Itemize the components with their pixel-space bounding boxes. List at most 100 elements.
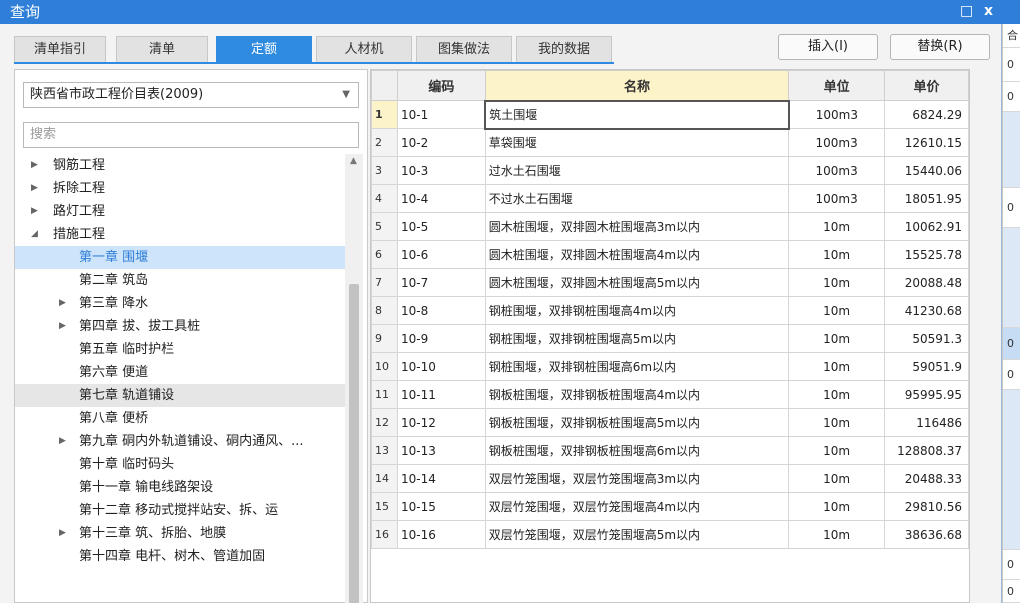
tree-item[interactable]: ▶ 钢筋工程 [15, 154, 345, 177]
table-row[interactable]: 12 10-12 钢板桩围堰，双排钢板桩围堰高5m以内 10m 116486 [371, 408, 969, 437]
cell-unit[interactable]: 10m [788, 464, 886, 493]
cell-name[interactable]: 草袋围堰 [484, 128, 790, 157]
row-number[interactable]: 12 [371, 408, 398, 437]
cell-price[interactable]: 20088.48 [884, 268, 969, 297]
table-row[interactable]: 7 10-7 圆木桩围堰，双排圆木桩围堰高5m以内 10m 20088.48 [371, 268, 969, 297]
cell-code[interactable]: 10-5 [396, 212, 486, 241]
cell-unit[interactable]: 10m [788, 240, 886, 269]
cell-code[interactable]: 10-16 [396, 520, 486, 549]
table-row[interactable]: 2 10-2 草袋围堰 100m3 12610.15 [371, 128, 969, 157]
row-number[interactable]: 11 [371, 380, 398, 409]
row-number[interactable]: 3 [371, 156, 398, 185]
table-row[interactable]: 11 10-11 钢板桩围堰，双排钢板桩围堰高4m以内 10m 95995.95 [371, 380, 969, 409]
cell-price[interactable]: 20488.33 [884, 464, 969, 493]
row-number[interactable]: 15 [371, 492, 398, 521]
cell-price[interactable]: 116486 [884, 408, 969, 437]
cell-unit[interactable]: 10m [788, 212, 886, 241]
close-icon[interactable]: x [984, 2, 993, 20]
expand-icon[interactable]: ▶ [59, 292, 66, 315]
collapse-icon[interactable]: ◢ [31, 223, 38, 246]
row-number[interactable]: 1 [371, 100, 398, 129]
cell-price[interactable]: 41230.68 [884, 296, 969, 325]
tab-my-data[interactable]: 我的数据 [516, 36, 612, 62]
cell-unit[interactable]: 10m [788, 492, 886, 521]
tab-bill-guide[interactable]: 清单指引 [14, 36, 106, 62]
cell-unit[interactable]: 10m [788, 296, 886, 325]
cell-price[interactable]: 59051.9 [884, 352, 969, 381]
cell-price[interactable]: 15440.06 [884, 156, 969, 185]
tab-atlas-method[interactable]: 图集做法 [416, 36, 512, 62]
replace-button[interactable]: 替换(R) [890, 34, 990, 60]
cell-code[interactable]: 10-13 [396, 436, 486, 465]
expand-icon[interactable]: ▶ [59, 522, 66, 545]
row-number[interactable]: 2 [371, 128, 398, 157]
chevron-down-icon[interactable]: ▼ [342, 83, 350, 107]
row-number[interactable]: 5 [371, 212, 398, 241]
cell-unit[interactable]: 10m [788, 352, 886, 381]
cell-code[interactable]: 10-3 [396, 156, 486, 185]
tree-item[interactable]: ▶ 路灯工程 [15, 200, 345, 223]
cell-name[interactable]: 筑土围堰 [484, 99, 790, 130]
table-row[interactable]: 10 10-10 钢桩围堰，双排钢桩围堰高6m以内 10m 59051.9 [371, 352, 969, 381]
expand-icon[interactable]: ▶ [31, 177, 38, 200]
cell-code[interactable]: 10-8 [396, 296, 486, 325]
cell-unit[interactable]: 10m [788, 408, 886, 437]
cell-name[interactable]: 钢板桩围堰，双排钢板桩围堰高5m以内 [484, 408, 790, 437]
cell-name[interactable]: 双层竹笼围堰，双层竹笼围堰高5m以内 [484, 520, 790, 549]
row-number[interactable]: 16 [371, 520, 398, 549]
table-row[interactable]: 13 10-13 钢板桩围堰，双排钢板桩围堰高6m以内 10m 128808.37 [371, 436, 969, 465]
cell-code[interactable]: 10-9 [396, 324, 486, 353]
table-row[interactable]: 5 10-5 圆木桩围堰，双排圆木桩围堰高3m以内 10m 10062.91 [371, 212, 969, 241]
cell-code[interactable]: 10-15 [396, 492, 486, 521]
cell-price[interactable]: 29810.56 [884, 492, 969, 521]
cell-code[interactable]: 10-10 [396, 352, 486, 381]
restore-icon[interactable]: □ [960, 2, 973, 20]
cell-price[interactable]: 6824.29 [884, 100, 969, 129]
tree-item[interactable]: ▶ 第九章 硐内外轨道铺设、硐内通风、... [15, 430, 345, 453]
cell-unit[interactable]: 10m [788, 520, 886, 549]
cell-name[interactable]: 钢桩围堰，双排钢桩围堰高6m以内 [484, 352, 790, 381]
cell-unit[interactable]: 10m [788, 380, 886, 409]
tree-item[interactable]: ▶ 拆除工程 [15, 177, 345, 200]
table-row[interactable]: 15 10-15 双层竹笼围堰，双层竹笼围堰高4m以内 10m 29810.56 [371, 492, 969, 521]
cell-price[interactable]: 15525.78 [884, 240, 969, 269]
cell-name[interactable]: 圆木桩围堰，双排圆木桩围堰高4m以内 [484, 240, 790, 269]
cell-price[interactable]: 12610.15 [884, 128, 969, 157]
tree-item[interactable]: 第十一章 输电线路架设 [15, 476, 345, 499]
cell-code[interactable]: 10-11 [396, 380, 486, 409]
tree-item[interactable]: ▶ 第十三章 筑、拆胎、地膜 [15, 522, 345, 545]
cell-unit[interactable]: 100m3 [788, 128, 886, 157]
cell-price[interactable]: 10062.91 [884, 212, 969, 241]
cell-code[interactable]: 10-1 [396, 100, 486, 129]
row-number[interactable]: 8 [371, 296, 398, 325]
cell-unit[interactable]: 100m3 [788, 156, 886, 185]
table-row[interactable]: 1 10-1 筑土围堰 100m3 6824.29 [371, 99, 969, 130]
tree-item[interactable]: ◢ 措施工程 [15, 223, 345, 246]
table-row[interactable]: 14 10-14 双层竹笼围堰，双层竹笼围堰高3m以内 10m 20488.33 [371, 464, 969, 493]
tree-item[interactable]: ▶ 第四章 拔、拔工具桩 [15, 315, 345, 338]
tab-labor-material[interactable]: 人材机 [316, 36, 412, 62]
cell-name[interactable]: 圆木桩围堰，双排圆木桩围堰高3m以内 [484, 212, 790, 241]
cell-unit[interactable]: 10m [788, 436, 886, 465]
col-header-unit[interactable]: 单位 [788, 70, 886, 101]
row-number[interactable]: 13 [371, 436, 398, 465]
cell-unit[interactable]: 100m3 [788, 100, 886, 129]
search-input[interactable]: 搜索 [23, 122, 359, 148]
scrollbar-thumb[interactable] [349, 284, 359, 603]
tree-item[interactable]: 第五章 临时护栏 [15, 338, 345, 361]
table-row[interactable]: 6 10-6 圆木桩围堰，双排圆木桩围堰高4m以内 10m 15525.78 [371, 240, 969, 269]
cell-price[interactable]: 95995.95 [884, 380, 969, 409]
row-number[interactable]: 10 [371, 352, 398, 381]
cell-price[interactable]: 50591.3 [884, 324, 969, 353]
expand-icon[interactable]: ▶ [59, 430, 66, 453]
scroll-up-icon[interactable]: ▲ [350, 156, 357, 166]
cell-name[interactable]: 过水土石围堰 [484, 156, 790, 185]
expand-icon[interactable]: ▶ [59, 315, 66, 338]
tree-item[interactable]: 第十二章 移动式搅拌站安、拆、运 [15, 499, 345, 522]
cell-code[interactable]: 10-14 [396, 464, 486, 493]
cell-unit[interactable]: 100m3 [788, 184, 886, 213]
cell-code[interactable]: 10-12 [396, 408, 486, 437]
col-header-price[interactable]: 单价 [884, 70, 969, 101]
cell-name[interactable]: 双层竹笼围堰，双层竹笼围堰高3m以内 [484, 464, 790, 493]
tree-item[interactable]: ▶ 第三章 降水 [15, 292, 345, 315]
